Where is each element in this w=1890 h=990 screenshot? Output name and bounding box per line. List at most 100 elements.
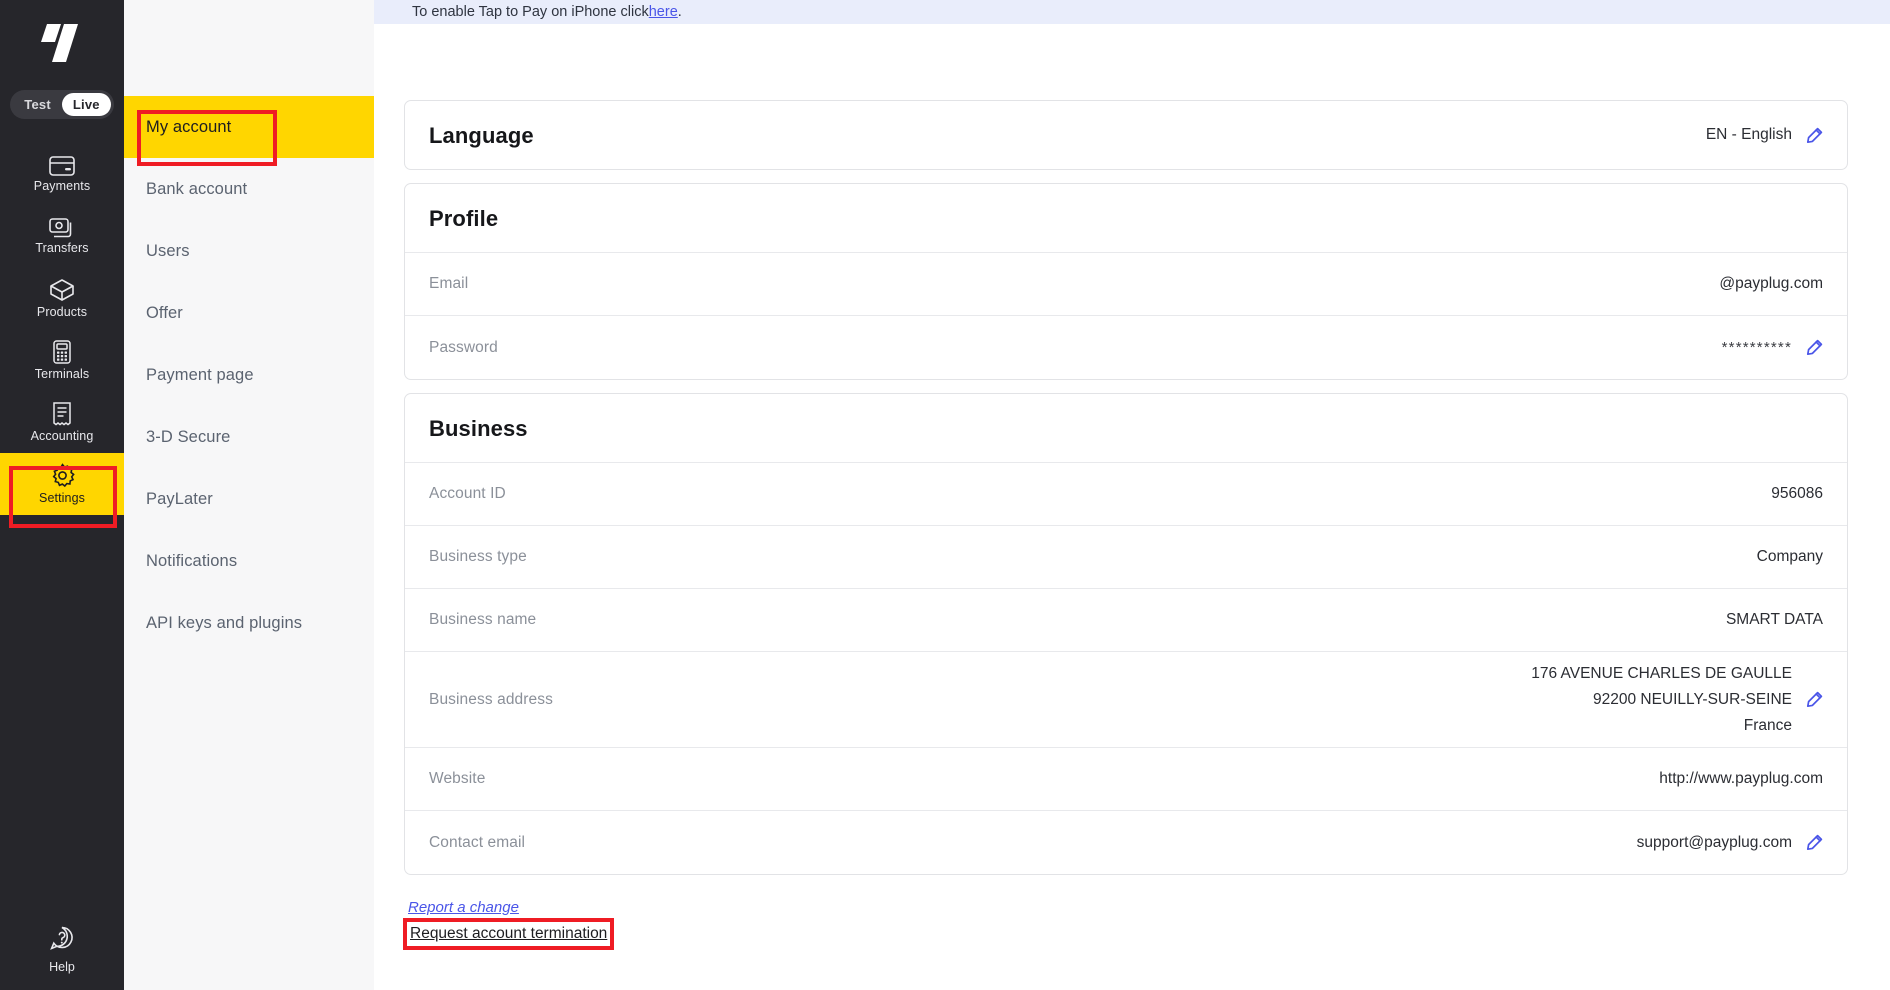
main-content: To enable Tap to Pay on iPhone click her… [374,0,1890,990]
banner-here-link[interactable]: here [649,4,678,20]
credit-card-icon [49,155,75,176]
primary-sidebar: Test Live Payments Transfers Products Te… [0,0,124,990]
card-terminal-icon [52,339,72,364]
payplug-logo[interactable] [35,20,89,66]
sidebar-item-accounting[interactable]: Accounting [0,391,124,453]
row-label: Website [429,770,486,787]
address-lines: 176 AVENUE CHARLES DE GAULLE 92200 NEUIL… [1531,665,1792,735]
banner-text-before: To enable Tap to Pay on iPhone click [412,4,649,20]
submenu-item-label: API keys and plugins [146,613,303,632]
request-account-termination-link[interactable]: Request account termination [408,923,609,945]
submenu-item-label: Offer [146,303,183,322]
row-value-group: SMART DATA [1726,611,1823,629]
sidebar-item-settings[interactable]: Settings [0,453,124,515]
environment-toggle[interactable]: Test Live [10,90,114,119]
env-option-live[interactable]: Live [61,93,111,116]
language-value: EN - English [1705,126,1792,143]
profile-row-password: Password ********** [405,316,1847,379]
row-value: @payplug.com [1719,275,1823,292]
sidebar-item-products[interactable]: Products [0,267,124,329]
address-line-1: 176 AVENUE CHARLES DE GAULLE [1531,664,1792,682]
profile-card-title: Profile [405,184,1847,253]
row-value-group: 176 AVENUE CHARLES DE GAULLE 92200 NEUIL… [1531,665,1823,735]
business-row-business-address: Business address 176 AVENUE CHARLES DE G… [405,652,1847,748]
sidebar-item-transfers[interactable]: Transfers [0,205,124,267]
row-label: Account ID [429,485,506,502]
profile-card: Profile Email @payplug.com Password ****… [404,183,1848,380]
profile-row-email: Email @payplug.com [405,253,1847,316]
submenu-item-offer[interactable]: Offer [124,282,374,344]
address-line-2: 92200 NEUILLY-SUR-SEINE [1592,690,1792,708]
row-value-group: Company [1757,548,1823,566]
row-label: Business name [429,611,537,628]
submenu-item-paylater[interactable]: PayLater [124,468,374,530]
row-value: Company [1756,548,1823,565]
settings-content: Language EN - English Profile Email @pay… [374,24,1890,990]
pencil-icon[interactable] [1806,834,1823,851]
receipt-icon [51,401,73,426]
sidebar-item-label: Accounting [30,428,94,443]
settings-submenu: My account Bank account Users Offer Paym… [124,0,374,990]
pencil-icon[interactable] [1806,339,1823,356]
submenu-item-label: Payment page [146,365,254,384]
banknotes-icon [49,217,75,238]
language-card: Language EN - English [404,100,1848,170]
row-value-group: support@payplug.com [1637,834,1823,852]
submenu-item-bank-account[interactable]: Bank account [124,158,374,220]
row-label: Business address [429,690,553,708]
sidebar-item-label: Products [36,304,88,319]
business-row-contact-email: Contact email support@payplug.com [405,811,1847,874]
row-value-group: @payplug.com [1719,275,1823,293]
row-label: Password [429,338,498,356]
business-card: Business Account ID 956086 Business type… [404,393,1848,875]
submenu-item-label: Bank account [146,179,248,198]
submenu-item-label: My account [146,117,232,136]
row-label: Business type [429,548,527,565]
submenu-item-label: PayLater [146,489,213,508]
sidebar-item-help[interactable]: Help [0,925,124,974]
row-value-group: http://www.payplug.com [1659,770,1823,788]
business-card-title: Business [405,394,1847,463]
row-value: SMART DATA [1725,611,1823,628]
pencil-icon[interactable] [1806,127,1823,144]
sidebar-item-label: Terminals [34,366,90,381]
gear-icon [50,463,75,488]
question-bubble-icon [49,925,75,956]
env-option-test[interactable]: Test [13,93,62,116]
termination-link-wrapper: Request account termination [403,918,615,950]
submenu-item-label: Notifications [146,551,238,570]
business-row-website: Website http://www.payplug.com [405,748,1847,811]
business-row-business-type: Business type Company [405,526,1847,589]
submenu-item-3d-secure[interactable]: 3-D Secure [124,406,374,468]
sidebar-item-label: Help [49,960,75,974]
sidebar-item-terminals[interactable]: Terminals [0,329,124,391]
address-line-3: France [1743,716,1792,734]
business-row-business-name: Business name SMART DATA [405,589,1847,652]
sidebar-item-label: Payments [33,178,91,193]
submenu-item-my-account[interactable]: My account [124,96,374,158]
submenu-item-users[interactable]: Users [124,220,374,282]
submenu-item-payment-page[interactable]: Payment page [124,344,374,406]
sidebar-item-label: Settings [39,491,85,505]
language-card-title: Language [429,123,534,148]
payplug-settings-page: Test Live Payments Transfers Products Te… [0,0,1890,990]
report-a-change-link[interactable]: Report a change [408,899,519,916]
sidebar-item-label: Transfers [35,240,89,255]
row-value-group: ********** [1722,339,1823,356]
footer-links: Report a change Request account terminat… [403,888,1848,950]
business-row-account-id: Account ID 956086 [405,463,1847,526]
submenu-item-notifications[interactable]: Notifications [124,530,374,592]
row-value: http://www.payplug.com [1659,770,1823,787]
submenu-item-label: Users [146,241,190,260]
row-label: Contact email [429,833,526,851]
language-value-group: EN - English [1706,126,1823,144]
banner-text-after: . [677,4,682,20]
pencil-icon[interactable] [1806,691,1823,708]
row-value-group: 956086 [1771,485,1823,503]
submenu-item-api-keys-and-plugins[interactable]: API keys and plugins [124,592,374,654]
row-label: Email [429,275,469,292]
submenu-item-label: 3-D Secure [146,427,231,446]
sidebar-item-payments[interactable]: Payments [0,143,124,205]
tap-to-pay-banner: To enable Tap to Pay on iPhone click her… [374,0,1890,24]
row-value: ********** [1721,339,1792,356]
